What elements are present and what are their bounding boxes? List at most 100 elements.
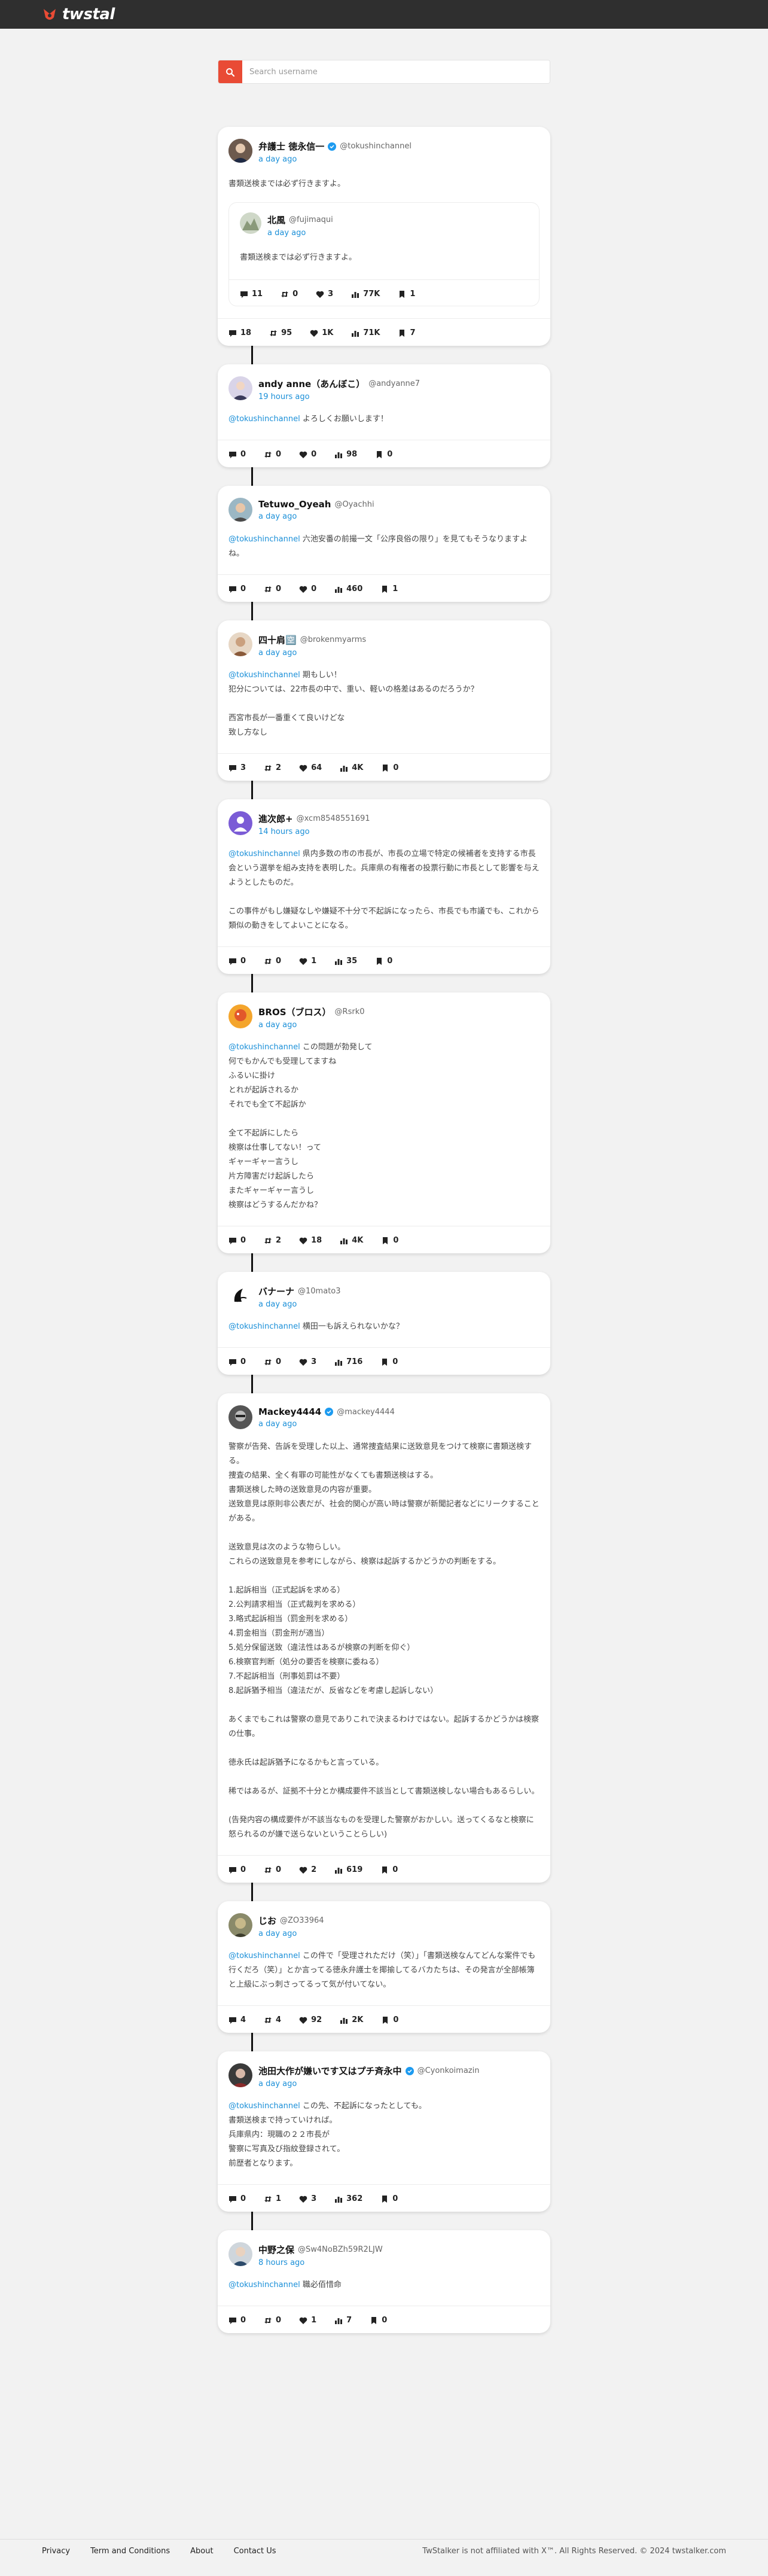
- footer-link-about[interactable]: About: [190, 2547, 213, 2556]
- quoted-post[interactable]: 北風 @fujimaqui a day ago 書類送検までは必ず行きますよ。 …: [228, 202, 540, 306]
- author-handle[interactable]: @Cyonkoimazin: [417, 2066, 480, 2075]
- reply-post[interactable]: Mackey4444 @mackey4444 a day ago 警察が告発、告訴を受…: [218, 1393, 550, 1883]
- reply-post[interactable]: andy anne（あんぼこ） @andyanne7 19 hours ago @to…: [218, 364, 550, 467]
- retweet-count[interactable]: 0: [264, 2316, 281, 2325]
- retweet-count[interactable]: 0: [264, 957, 281, 966]
- retweet-count[interactable]: 0: [264, 1357, 281, 1366]
- reply-count[interactable]: 0: [228, 957, 246, 966]
- retweet-count[interactable]: 4: [264, 2015, 281, 2024]
- retweet-count[interactable]: 0: [264, 1865, 281, 1874]
- search-button[interactable]: [218, 60, 242, 83]
- view-count[interactable]: 7: [334, 2316, 352, 2325]
- bookmark-count[interactable]: 0: [380, 1865, 398, 1874]
- reply-post[interactable]: 進次郎+ @xcm8548551691 14 hours ago @tokushinc…: [218, 799, 550, 974]
- reply-count[interactable]: 0: [228, 2316, 246, 2325]
- post-time[interactable]: a day ago: [258, 648, 366, 657]
- retweet-count[interactable]: 95: [269, 328, 292, 337]
- avatar[interactable]: [228, 1405, 252, 1429]
- bookmark-count[interactable]: 1: [380, 584, 398, 593]
- reply-post[interactable]: 四十肩🈳 @brokenmyarms a day ago @tokushinchann…: [218, 620, 550, 781]
- bookmark-count[interactable]: 0: [370, 2316, 387, 2325]
- author-name[interactable]: 北風: [267, 214, 285, 226]
- reply-count[interactable]: 0: [228, 2194, 246, 2203]
- retweet-count[interactable]: 2: [264, 763, 281, 772]
- reply-count[interactable]: 0: [228, 584, 246, 593]
- post-time[interactable]: a day ago: [258, 1929, 324, 1938]
- view-count[interactable]: 98: [334, 450, 357, 459]
- like-count[interactable]: 18: [299, 1236, 322, 1245]
- main-post[interactable]: 弁護士 徳永信一 @tokushinchannel a day ago 書類送検…: [218, 127, 550, 346]
- post-time[interactable]: a day ago: [258, 1300, 341, 1309]
- mention-link[interactable]: @tokushinchannel: [228, 1043, 300, 1052]
- bookmark-count[interactable]: 1: [398, 290, 415, 299]
- view-count[interactable]: 619: [334, 1865, 362, 1874]
- post-time[interactable]: 14 hours ago: [258, 827, 370, 836]
- reply-count[interactable]: 3: [228, 763, 246, 772]
- retweet-count[interactable]: 0: [264, 450, 281, 459]
- like-count[interactable]: 3: [299, 1357, 316, 1366]
- reply-post[interactable]: 中野之保 @Sw4NoBZh59R2LJW 8 hours ago @tokushin…: [218, 2230, 550, 2333]
- post-time[interactable]: a day ago: [258, 512, 374, 521]
- like-count[interactable]: 1: [299, 2316, 316, 2325]
- author-name[interactable]: 四十肩🈳: [258, 634, 297, 646]
- bookmark-count[interactable]: 0: [375, 450, 392, 459]
- footer-link-contact[interactable]: Contact Us: [234, 2547, 276, 2556]
- post-time[interactable]: 19 hours ago: [258, 392, 420, 401]
- retweet-count[interactable]: 0: [281, 290, 298, 299]
- reply-count[interactable]: 0: [228, 450, 246, 459]
- bookmark-count[interactable]: 0: [375, 957, 392, 966]
- bookmark-count[interactable]: 0: [380, 1357, 398, 1366]
- author-name[interactable]: 弁護士 徳永信一: [258, 140, 324, 153]
- post-time[interactable]: a day ago: [258, 2079, 479, 2088]
- mention-link[interactable]: @tokushinchannel: [228, 671, 300, 680]
- author-name[interactable]: andy anne（あんぼこ）: [258, 377, 365, 390]
- reply-count[interactable]: 0: [228, 1357, 246, 1366]
- post-time[interactable]: a day ago: [258, 1021, 365, 1030]
- reply-post[interactable]: バナーナ @10mato3 a day ago @tokushinchannel 横田…: [218, 1272, 550, 1375]
- retweet-count[interactable]: 0: [264, 584, 281, 593]
- bookmark-count[interactable]: 0: [381, 1236, 398, 1245]
- like-count[interactable]: 92: [299, 2015, 322, 2024]
- author-name[interactable]: 進次郎+: [258, 812, 293, 825]
- reply-post[interactable]: BROS（ブロス） @Rsrk0 a day ago @tokushinchannel…: [218, 992, 550, 1253]
- mention-link[interactable]: @tokushinchannel: [228, 415, 300, 424]
- avatar[interactable]: [228, 1284, 252, 1308]
- author-handle[interactable]: @tokushinchannel: [340, 142, 412, 151]
- post-time[interactable]: a day ago: [258, 1420, 395, 1429]
- author-handle[interactable]: @10mato3: [298, 1287, 341, 1296]
- avatar[interactable]: [240, 212, 261, 234]
- author-handle[interactable]: @mackey4444: [337, 1408, 395, 1417]
- search-input[interactable]: [242, 60, 550, 83]
- bookmark-count[interactable]: 0: [380, 2194, 398, 2203]
- view-count[interactable]: 716: [334, 1357, 362, 1366]
- view-count[interactable]: 4K: [340, 763, 363, 772]
- avatar[interactable]: [228, 632, 252, 656]
- mention-link[interactable]: @tokushinchannel: [228, 849, 300, 858]
- post-time[interactable]: 8 hours ago: [258, 2258, 383, 2267]
- author-name[interactable]: 中野之保: [258, 2243, 294, 2256]
- view-count[interactable]: 2K: [340, 2015, 363, 2024]
- avatar[interactable]: [228, 1913, 252, 1937]
- like-count[interactable]: 0: [299, 450, 316, 459]
- reply-count[interactable]: 0: [228, 1865, 246, 1874]
- author-handle[interactable]: @xcm8548551691: [297, 814, 370, 823]
- author-handle[interactable]: @brokenmyarms: [300, 635, 366, 644]
- author-handle[interactable]: @ZO33964: [280, 1916, 324, 1925]
- mention-link[interactable]: @tokushinchannel: [228, 1951, 300, 1960]
- reply-count[interactable]: 11: [240, 290, 263, 299]
- bookmark-count[interactable]: 7: [398, 328, 416, 337]
- like-count[interactable]: 64: [299, 763, 322, 772]
- author-handle[interactable]: @fujimaqui: [289, 215, 333, 224]
- retweet-count[interactable]: 1: [264, 2194, 281, 2203]
- author-handle[interactable]: @Rsrk0: [335, 1007, 365, 1016]
- like-count[interactable]: 1K: [310, 328, 333, 337]
- logo[interactable]: twstal: [42, 5, 115, 23]
- view-count[interactable]: 71K: [351, 328, 380, 337]
- avatar[interactable]: [228, 139, 252, 163]
- avatar[interactable]: [228, 498, 252, 522]
- avatar[interactable]: [228, 2242, 252, 2266]
- retweet-count[interactable]: 2: [264, 1236, 281, 1245]
- author-name[interactable]: Mackey4444: [258, 1406, 321, 1417]
- mention-link[interactable]: @tokushinchannel: [228, 535, 300, 544]
- like-count[interactable]: 0: [299, 584, 316, 593]
